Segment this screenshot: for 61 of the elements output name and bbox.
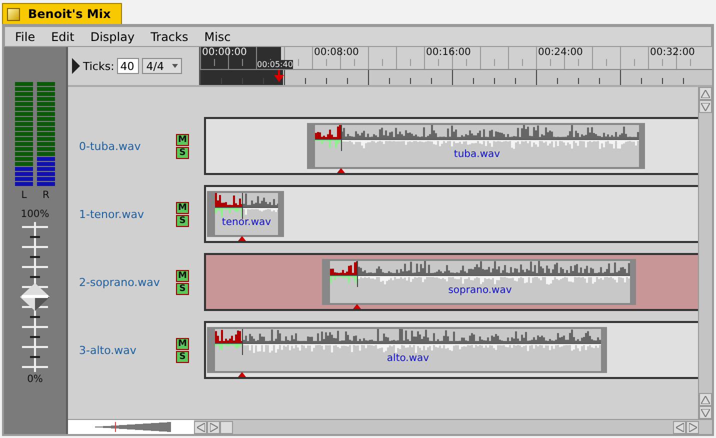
time-label: 00:16:00 [426,47,471,58]
volume-max-label: 100% [20,209,50,220]
menu-item[interactable]: File [7,30,44,44]
zoom-marker[interactable] [114,422,116,432]
track-lane[interactable]: alto.wav [204,321,698,379]
audio-clip[interactable]: soprano.wav [322,259,636,305]
scroll-down-button[interactable] [699,406,712,419]
solo-button[interactable]: S [176,146,189,158]
menu-item[interactable]: Display [82,30,143,44]
solo-button[interactable]: S [176,214,189,226]
ticks-field[interactable]: 40 [117,58,140,74]
track-name[interactable]: 1-tenor.wav [68,208,176,220]
track-lane[interactable]: tuba.wav [204,117,698,175]
scroll-down-button[interactable] [699,100,712,113]
track-lane[interactable]: tenor.wav [204,185,698,243]
volume-min-label: 0% [27,374,43,385]
scroll-left-button[interactable] [194,420,207,434]
volume-slider-thumb[interactable] [20,283,50,311]
time-label: 00:08:00 [314,47,359,58]
time-label: 00:32:00 [650,47,695,58]
mute-button[interactable]: M [176,338,189,350]
caret-icon [172,64,178,68]
menu-item[interactable]: Edit [43,30,82,44]
mute-button[interactable]: M [176,202,189,214]
audio-clip[interactable]: tenor.wav [207,191,284,237]
mute-button[interactable]: M [176,134,189,146]
menu-item[interactable]: Tracks [142,30,196,44]
menu-item[interactable]: Misc [196,30,239,44]
vertical-scrollbar[interactable] [698,87,712,419]
ticks-label: Ticks: [83,60,114,72]
clip-name: tuba.wav [454,149,500,160]
scroll-up-button[interactable] [699,87,712,100]
time-label: 00:00:00 [202,47,247,58]
audio-clip[interactable]: tuba.wav [307,123,645,169]
scroll-right-button[interactable] [207,420,220,434]
time-label: 00:24:00 [538,47,583,58]
window-title: Benoit's Mix [28,7,111,21]
track-name[interactable]: 3-alto.wav [68,344,176,356]
clip-name: alto.wav [386,353,430,364]
scroll-left-button[interactable] [673,420,686,434]
scroll-thumb[interactable] [220,420,233,434]
meter-label: R [42,190,50,201]
track-name[interactable]: 0-tuba.wav [68,140,176,152]
cursor-time: 00:05:40 [257,60,293,69]
waveform-drawing [215,193,278,219]
play-icon[interactable] [72,58,80,74]
scroll-right-button[interactable] [686,420,699,434]
window-icon [7,8,20,20]
playhead-icon[interactable] [274,70,284,82]
clip-name: tenor.wav [222,217,272,228]
scroll-up-button[interactable] [699,393,712,406]
track-lane[interactable]: soprano.wav [204,253,698,311]
mute-button[interactable]: M [176,270,189,282]
audio-clip[interactable]: alto.wav [207,327,607,373]
window-tab[interactable]: Benoit's Mix [2,3,122,24]
solo-button[interactable]: S [176,282,189,294]
clip-name: soprano.wav [448,285,512,296]
solo-button[interactable]: S [176,350,189,362]
meter-label: L [21,190,27,201]
time-signature-dropdown[interactable]: 4/4 [142,58,182,74]
track-name[interactable]: 2-soprano.wav [68,276,176,288]
